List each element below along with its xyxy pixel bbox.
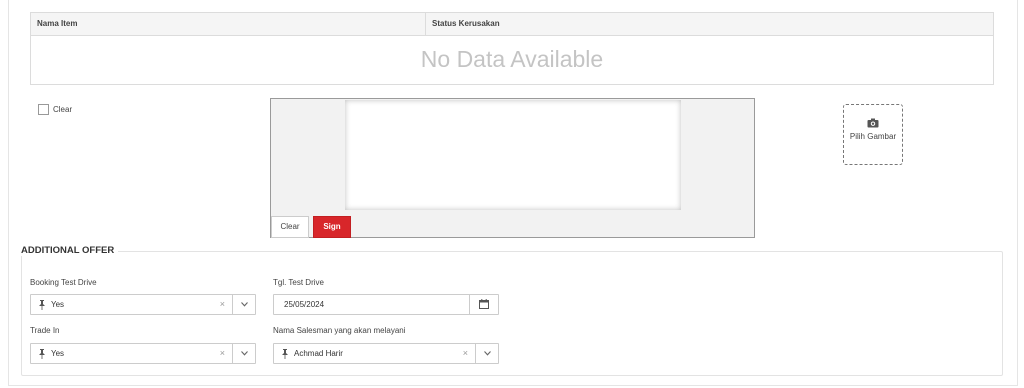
trade-in-value: Yes [51,349,65,358]
clear-checkbox-label: Clear [53,105,73,114]
calendar-button[interactable] [469,295,498,314]
section-title: ADDITIONAL OFFER [21,245,119,256]
clear-checkbox-group[interactable]: Clear [38,104,72,115]
clear-selection-icon[interactable]: × [220,295,225,314]
booking-test-drive-value: Yes [51,300,65,309]
chevron-down-icon [241,351,248,356]
clear-selection-icon[interactable]: × [463,344,468,363]
salesman-select[interactable]: Achmad Harir × [273,343,499,364]
dropdown-toggle[interactable] [475,344,498,363]
column-header-status[interactable]: Status Kerusakan [426,13,994,35]
booking-test-drive-select[interactable]: Yes × [30,294,256,315]
dropdown-toggle[interactable] [232,295,255,314]
signature-clear-button[interactable]: Clear [271,216,309,238]
signature-pad: Clear Sign [270,98,755,238]
signature-canvas[interactable] [345,100,681,210]
salesman-label: Nama Salesman yang akan melayani [273,326,406,335]
image-picker-label: Pilih Gambar [849,132,897,141]
pin-icon [39,349,45,359]
damage-table: Nama Item Status Kerusakan No Data Avail… [30,12,994,85]
test-drive-date-value: 25/05/2024 [284,300,325,309]
table-header: Nama Item Status Kerusakan [31,13,993,36]
salesman-value: Achmad Harir [294,349,343,358]
empty-table-message: No Data Available [420,46,604,72]
clear-selection-icon[interactable]: × [220,344,225,363]
dropdown-toggle[interactable] [232,344,255,363]
chevron-down-icon [241,302,248,307]
pin-icon [39,300,45,310]
test-drive-date-input[interactable]: 25/05/2024 [273,294,499,315]
pin-icon [282,349,288,359]
camera-icon [867,118,879,128]
chevron-down-icon [484,351,491,356]
booking-test-drive-label: Booking Test Drive [30,278,97,287]
image-picker[interactable]: Pilih Gambar [843,104,903,165]
test-drive-date-label: Tgl. Test Drive [273,278,324,287]
signature-sign-button[interactable]: Sign [313,216,351,238]
calendar-icon [479,299,489,309]
trade-in-select[interactable]: Yes × [30,343,256,364]
clear-checkbox[interactable] [38,104,49,115]
trade-in-label: Trade In [30,326,60,335]
column-header-item[interactable]: Nama Item [31,13,426,35]
